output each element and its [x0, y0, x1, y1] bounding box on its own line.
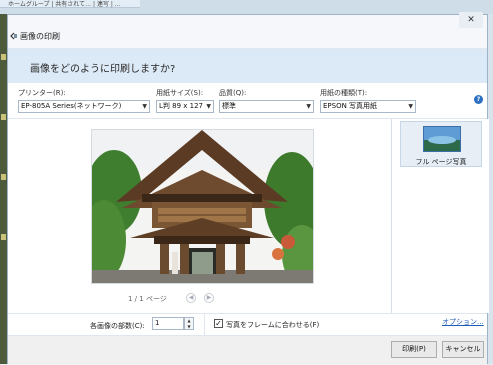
copies-stepper[interactable]: ▲ ▼: [184, 317, 194, 330]
layout-item-label: フル ページ写真: [415, 158, 467, 166]
dialog-footer: 印刷(P) キャンセル: [8, 335, 487, 365]
chevron-left-icon[interactable]: ◀: [186, 293, 196, 303]
options-link[interactable]: オプション...: [442, 317, 484, 327]
printer-select[interactable]: EP-805A Series(ネットワーク) ▼: [18, 100, 150, 113]
copies-input[interactable]: 1: [152, 317, 184, 330]
chevron-down-icon: ▼: [206, 103, 211, 110]
chevron-right-icon[interactable]: ▶: [204, 293, 214, 303]
paper-type-select[interactable]: EPSON 写真用紙 ▼: [320, 100, 416, 113]
print-button[interactable]: 印刷(P): [391, 341, 437, 358]
printer-label: プリンター(R):: [18, 89, 66, 97]
help-icon[interactable]: ?: [474, 95, 483, 104]
background-tab[interactable]: ホームグループ | 共有されて… | 連写 | …: [0, 0, 140, 8]
chevron-down-icon: ▼: [306, 103, 311, 110]
close-button[interactable]: ✕: [459, 12, 483, 28]
print-pictures-dialog: ✕ 画像の印刷 画像をどのように印刷しますか? プリンター(R): EP-805…: [7, 12, 489, 365]
temple-gate-photo: [92, 130, 313, 283]
layout-list: フル ページ写真: [391, 119, 489, 313]
layout-item-full-page[interactable]: フル ページ写真: [400, 121, 482, 167]
background-desktop-strip: [0, 14, 7, 364]
back-arrow-icon[interactable]: [9, 32, 17, 40]
chevron-down-icon: ▼: [142, 103, 147, 110]
copies-label: 各画像の部数(C):: [90, 322, 145, 330]
background-tab-text: ホームグループ | 共有されて… | 連写 | …: [8, 1, 121, 8]
quality-value: 標準: [222, 102, 236, 110]
paper-type-label: 用紙の種類(T):: [320, 89, 368, 97]
paper-size-select[interactable]: L判 89 x 127 ▼: [156, 100, 214, 113]
photo-thumbnail-icon: [423, 126, 461, 152]
close-icon: ✕: [467, 15, 475, 25]
printer-value: EP-805A Series(ネットワーク): [21, 102, 122, 110]
paper-type-value: EPSON 写真用紙: [323, 102, 378, 110]
chevron-down-icon: ▼: [408, 103, 413, 110]
fit-to-frame-checkbox[interactable]: ✓: [214, 319, 223, 328]
print-preview: [91, 129, 314, 284]
paper-size-label: 用紙サイズ(S):: [156, 89, 204, 97]
dialog-titlebar: ✕ 画像の印刷: [8, 12, 487, 49]
print-settings-row: プリンター(R): EP-805A Series(ネットワーク) ▼ 用紙サイズ…: [8, 83, 487, 119]
divider: [204, 313, 205, 335]
paper-size-value: L判 89 x 127: [159, 102, 203, 110]
quality-label: 品質(Q):: [219, 89, 247, 97]
question-banner: 画像をどのように印刷しますか?: [8, 49, 487, 83]
fit-to-frame-label[interactable]: 写真をフレームに合わせる(F): [226, 320, 319, 330]
cancel-button[interactable]: キャンセル: [442, 341, 484, 358]
question-text: 画像をどのように印刷しますか?: [30, 64, 176, 75]
quality-select[interactable]: 標準 ▼: [219, 100, 314, 113]
divider: [8, 313, 487, 314]
dialog-title: 画像の印刷: [20, 32, 60, 41]
page-indicator: 1 / 1 ページ: [128, 295, 167, 303]
